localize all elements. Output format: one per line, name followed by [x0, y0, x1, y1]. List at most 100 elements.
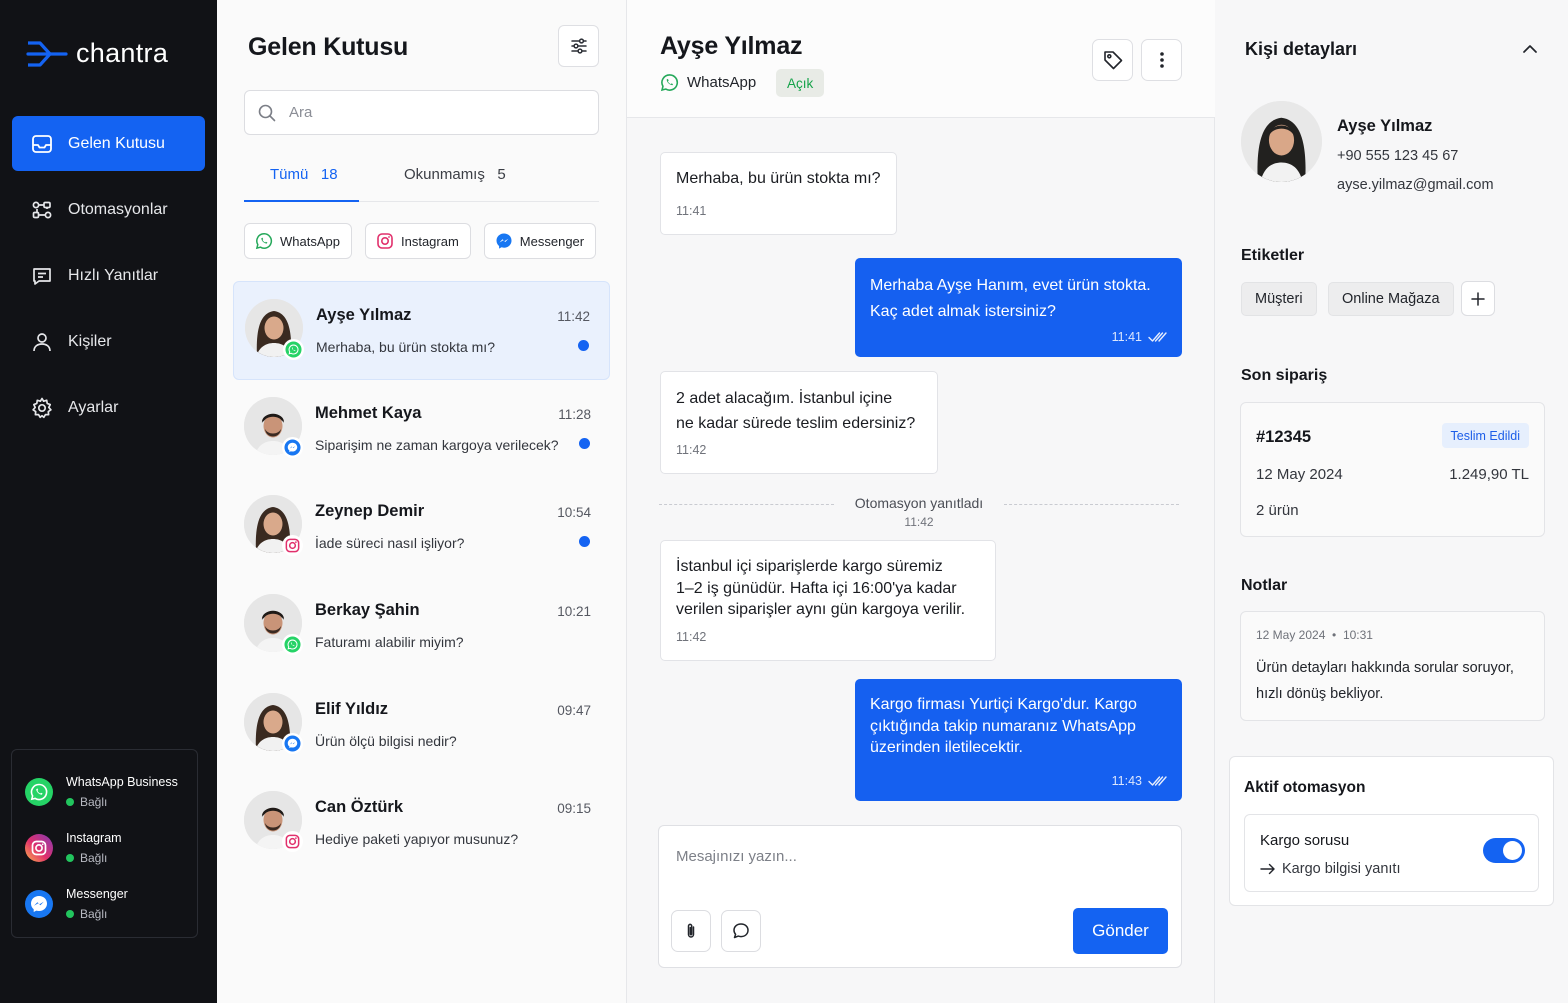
automation-label: Otomasyon yanıtladı	[854, 495, 984, 511]
unread-dot	[579, 536, 590, 548]
chip-whatsapp[interactable]: WhatsApp	[244, 223, 352, 259]
tab-unread[interactable]: Okunmamış 5	[404, 166, 506, 183]
channel-name: Messenger	[66, 887, 128, 901]
sliders-icon	[570, 38, 587, 54]
order-status-badge: Teslim Edildi	[1441, 423, 1529, 448]
messenger-icon	[496, 233, 512, 249]
tab-all[interactable]: Tümü 18	[270, 166, 338, 183]
message-meta: 11:41	[1112, 329, 1167, 347]
message-time: 11:42	[676, 442, 707, 457]
instagram-icon	[25, 834, 53, 862]
search-input[interactable]	[289, 104, 569, 121]
last-order-title: Son sipariş	[1241, 367, 1328, 384]
automation-action-label: Kargo bilgisi yanıtı	[1282, 861, 1401, 877]
automation-toggle[interactable]	[1483, 838, 1525, 863]
inbox-tabs: Tümü 18 Okunmamış 5	[244, 160, 599, 202]
message-incoming: Merhaba, bu ürün stokta mı? 11:41	[660, 152, 897, 235]
unread-dot	[579, 437, 590, 449]
nav-label: Kişiler	[68, 332, 112, 350]
search-box[interactable]	[244, 90, 599, 135]
conversation-item[interactable]: Elif Yıldız 09:47 Ürün ölçü bilgisi nedir?	[233, 676, 610, 775]
connected-channels: WhatsApp Business Bağlı Instagram Bağlı	[11, 749, 198, 938]
nav-item-contacts[interactable]: Kişiler	[12, 314, 205, 369]
channel-instagram[interactable]: Instagram Bağlı	[24, 820, 197, 876]
conversation-item[interactable]: Ayşe Yılmaz 11:42 Merhaba, bu ürün stokta …	[233, 281, 610, 380]
notes-title: Notlar	[1241, 577, 1288, 594]
conversation-time: 10:54	[557, 505, 591, 521]
conversation-time: 09:15	[557, 801, 591, 817]
conversation-time: 10:21	[557, 604, 591, 620]
message-meta: 11:43	[1112, 773, 1167, 791]
tag-icon	[1103, 51, 1122, 70]
channel-badge	[282, 535, 303, 557]
note-meta: 12 May 2024 • 10:31	[1256, 628, 1373, 642]
tag-customer[interactable]: Müşteri	[1241, 282, 1317, 316]
inbox-title: Gelen Kutusu	[248, 33, 409, 61]
conversation-status-badge[interactable]: Açık	[776, 69, 825, 97]
chip-label: Instagram	[400, 233, 459, 249]
details-title: Kişi detayları	[1245, 39, 1358, 59]
contact-avatar	[1241, 101, 1322, 182]
filter-button[interactable]	[558, 25, 599, 67]
attach-button[interactable]	[671, 910, 711, 952]
message-time: 11:42	[676, 629, 707, 644]
chip-instagram[interactable]: Instagram	[364, 223, 471, 259]
conversation-preview: İade süreci nasıl işliyor?	[315, 535, 465, 552]
more-options-button[interactable]	[1141, 39, 1182, 81]
note-text: Ürün detayları hakkında sorular soruyor,…	[1256, 660, 1514, 702]
channel-badge	[283, 339, 304, 360]
automation-time: 11:42	[904, 515, 934, 529]
channel-badge	[282, 634, 303, 656]
nav-item-settings[interactable]: Ayarlar	[12, 380, 205, 435]
main-nav: Gelen Kutusu Otomasyonlar Hızlı Yanıtlar…	[12, 116, 205, 446]
chevron-up-icon[interactable]	[1519, 38, 1541, 60]
inbox-panel: Gelen Kutusu Tümü 18 Okunmamış 5 WhatsAp…	[217, 0, 627, 1003]
tag-button[interactable]	[1092, 39, 1133, 81]
conversation-item[interactable]: Mehmet Kaya 11:28 Siparişim ne zaman kargo…	[233, 380, 610, 479]
whatsapp-icon	[285, 341, 302, 358]
nav-label: Hızlı Yanıtlar	[68, 266, 159, 284]
send-button[interactable]: Gönder	[1073, 908, 1168, 954]
active-tab-indicator	[244, 200, 359, 202]
conversation-preview: Ürün ölçü bilgisi nedir?	[315, 732, 457, 749]
channel-messenger[interactable]: Messenger Bağlı	[24, 876, 197, 932]
chip-messenger[interactable]: Messenger	[483, 223, 597, 259]
double-check-icon	[1148, 776, 1167, 786]
channel-name: Instagram	[66, 831, 122, 845]
automation-title: Aktif otomasyon	[1244, 779, 1366, 796]
nav-label: Otomasyonlar	[68, 200, 168, 218]
channel-status-text: Bağlı	[80, 795, 108, 809]
conversation-item[interactable]: Can Öztürk 09:15 Hediye paketi yapıyor mus…	[233, 774, 610, 873]
channel-whatsapp-business[interactable]: WhatsApp Business Bağlı	[24, 764, 197, 820]
conversation-item[interactable]: Berkay Şahin 10:21 Faturamı alabilir miyim…	[233, 577, 610, 676]
online-dot	[66, 854, 74, 862]
app-logo[interactable]: chantra	[26, 38, 168, 69]
message-input[interactable]	[676, 848, 1156, 888]
nav-item-inbox[interactable]: Gelen Kutusu	[12, 116, 205, 171]
contact-email[interactable]: ayse.yilmaz@gmail.com	[1337, 177, 1494, 193]
add-tag-button[interactable]	[1461, 281, 1495, 316]
channel-status: Bağlı	[66, 795, 178, 809]
message-outgoing: Kargo firması Yurtiçi Kargo'dur. Kargo ç…	[855, 679, 1182, 801]
order-items: 2 ürün	[1256, 502, 1299, 519]
order-card[interactable]: #12345 Teslim Edildi 12 May 2024 1.249,9…	[1240, 402, 1545, 537]
instagram-icon	[285, 538, 300, 553]
messenger-icon	[25, 890, 53, 918]
conversation-name: Elif Yıldız	[315, 699, 389, 718]
automation-separator: Otomasyon yanıtladı 11:42	[659, 495, 1179, 529]
instagram-icon	[285, 835, 300, 849]
order-date: 12 May 2024	[1256, 466, 1343, 483]
nav-item-quick-replies[interactable]: Hızlı Yanıtlar	[12, 248, 205, 303]
conversation-time: 09:47	[557, 702, 591, 718]
automation-item[interactable]: Kargo sorusu Kargo bilgisi yanıtı	[1244, 814, 1539, 892]
channel-status-text: Bağlı	[80, 907, 108, 921]
note-card[interactable]: 12 May 2024 • 10:31 Ürün detayları hakkı…	[1240, 611, 1545, 721]
quick-reply-button[interactable]	[721, 910, 761, 952]
contact-phone[interactable]: +90 555 123 45 67	[1337, 148, 1458, 164]
conversation-name: Mehmet Kaya	[315, 403, 422, 422]
chat-panel: Ayşe Yılmaz WhatsApp Açık Merhaba, bu ür…	[627, 0, 1215, 1003]
conversation-item[interactable]: Zeynep Demir 10:54 İade süreci nasıl işliy…	[233, 478, 610, 577]
workflow-icon	[32, 201, 52, 218]
nav-item-automations[interactable]: Otomasyonlar	[12, 182, 205, 237]
tag-online-store[interactable]: Online Mağaza	[1328, 282, 1454, 316]
